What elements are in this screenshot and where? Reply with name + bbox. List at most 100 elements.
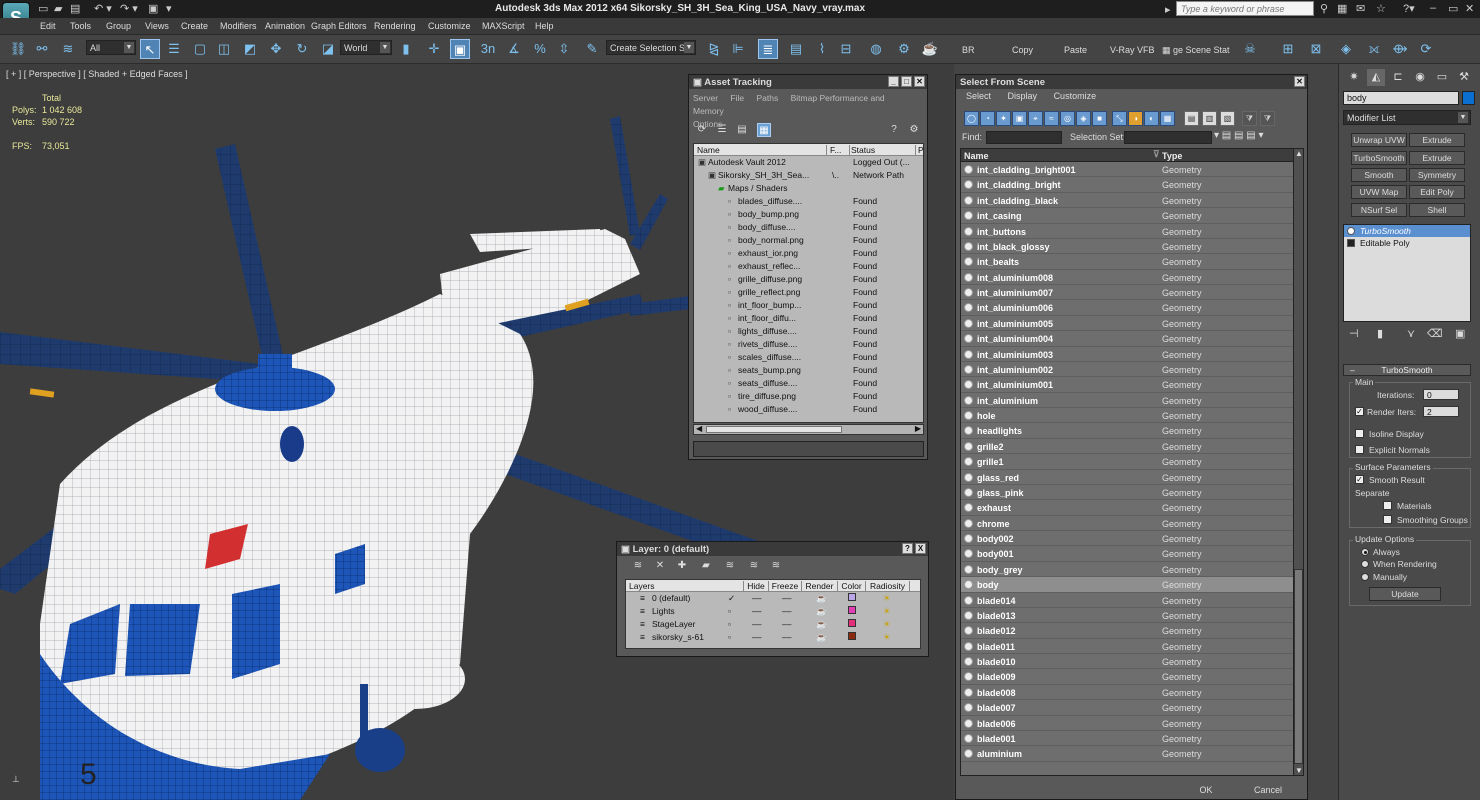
named-selection-dropdown[interactable]: Create Selection Se ▼	[606, 40, 696, 55]
asset-menu-server[interactable]: Server	[693, 93, 718, 103]
scene-object-row[interactable]: int_aluminium001 Geometry	[961, 377, 1293, 393]
render-teapot-icon[interactable]: ☕	[816, 619, 827, 630]
scene-object-row[interactable]: int_aluminium Geometry	[961, 393, 1293, 408]
scene-object-row[interactable]: blade013 Geometry	[961, 608, 1293, 624]
close-window-icon[interactable]: ✕	[1465, 2, 1474, 15]
scroll-left-icon[interactable]: ◀	[696, 424, 702, 433]
stack-item-turbosmooth[interactable]: TurboSmooth	[1344, 225, 1470, 237]
radiosity-icon[interactable]: ☀	[883, 632, 891, 643]
align-icon[interactable]: ⊫	[728, 39, 748, 59]
scene-object-row[interactable]: int_aluminium008 Geometry	[961, 270, 1293, 285]
window-crossing-icon[interactable]: ◫	[214, 39, 234, 59]
scene-state-button[interactable]: ▦ ge Scene Stat	[1162, 45, 1230, 56]
menu-help[interactable]: Help	[535, 21, 554, 31]
scene-object-row[interactable]: blade014 Geometry	[961, 593, 1293, 608]
favorites-star-icon[interactable]: ☆	[1376, 2, 1386, 15]
group-icon-1[interactable]: ⊞	[1278, 39, 1298, 59]
sort-icon[interactable]: ⊽	[1153, 149, 1160, 160]
binoculars-icon[interactable]: ⚲	[1320, 2, 1328, 15]
hide-toggle[interactable]: ––	[752, 619, 761, 629]
select-in-layer-icon[interactable]: ▰	[699, 559, 713, 573]
minimize-icon[interactable]: –	[1430, 2, 1436, 14]
selection-set-icons[interactable]: ▾ ▤ ▤ ▤ ▾	[1214, 130, 1264, 141]
asset-row[interactable]: ▫ grille_diffuse.png Found	[694, 273, 923, 286]
scene-object-row[interactable]: int_cladding_black Geometry	[961, 193, 1293, 209]
turbosmooth-button[interactable]: TurboSmooth	[1351, 151, 1407, 165]
scroll-right-icon[interactable]: ▶	[915, 424, 921, 433]
redo-icon[interactable]: ↷ ▾	[120, 2, 138, 15]
explicit-normals-checkbox[interactable]	[1355, 445, 1364, 454]
curve-editor-icon[interactable]: ⌇	[812, 39, 832, 59]
asset-col-status[interactable]: Status	[851, 145, 916, 156]
tree-view-icon[interactable]: ▤	[735, 123, 749, 137]
scene-object-row[interactable]: int_aluminium007 Geometry	[961, 285, 1293, 301]
scene-object-row[interactable]: int_aluminium003 Geometry	[961, 347, 1293, 362]
remove-modifier-icon[interactable]: ⌫	[1427, 327, 1443, 340]
make-unique-icon[interactable]: ⋎	[1407, 327, 1415, 340]
asset-row[interactable]: ▫ int_floor_diffu... Found	[694, 312, 923, 325]
list-view-icon[interactable]: ☰	[715, 123, 729, 137]
menu-tools[interactable]: Tools	[70, 21, 91, 31]
asset-menu-file[interactable]: File	[730, 93, 744, 103]
scene-object-row[interactable]: int_aluminium004 Geometry	[961, 331, 1293, 347]
unlink-icon[interactable]: ⚯	[32, 39, 52, 59]
asset-hscrollbar[interactable]: ◀ ▶	[693, 424, 924, 435]
layer-row[interactable]: ≡ StageLayer ▫ –– –– ☕ ☀	[626, 618, 920, 631]
create-tab-icon[interactable]: ✷	[1345, 69, 1363, 86]
select-move-icon-2[interactable]: ◩	[240, 39, 260, 59]
scene-object-row[interactable]: int_aluminium006 Geometry	[961, 300, 1293, 316]
scene-object-row[interactable]: blade009 Geometry	[961, 669, 1293, 685]
scene-object-row[interactable]: blade007 Geometry	[961, 700, 1293, 716]
menu-views[interactable]: Views	[145, 21, 169, 31]
layer-color-swatch[interactable]	[848, 606, 856, 614]
scene-object-row[interactable]: chrome Geometry	[961, 516, 1293, 531]
qat-dropdown-icon[interactable]: ▾	[166, 2, 172, 15]
select-and-rotate-icon[interactable]: ↻	[292, 39, 312, 59]
sfs-menu-select[interactable]: Select	[966, 91, 991, 101]
asset-menu-paths[interactable]: Paths	[757, 93, 779, 103]
scene-object-row[interactable]: int_casing Geometry	[961, 208, 1293, 224]
layer-col-hide[interactable]: Hide	[744, 581, 769, 592]
display-all-icon[interactable]: ⤡	[1112, 111, 1127, 126]
search-arrow-icon[interactable]: ▸	[1165, 3, 1171, 16]
group-icon-3[interactable]: ◈	[1336, 39, 1356, 59]
uvw-map-button[interactable]: UVW Map	[1351, 185, 1407, 199]
asset-row[interactable]: ▫ blades_diffuse.... Found	[694, 195, 923, 208]
add-to-layer-icon[interactable]: ✚	[675, 559, 689, 573]
scene-object-row[interactable]: int_buttons Geometry	[961, 224, 1293, 239]
bulb-icon[interactable]	[1347, 227, 1355, 235]
cancel-button[interactable]: Cancel	[1240, 783, 1296, 797]
use-pivot-icon[interactable]: ▮	[396, 39, 416, 59]
layer-row[interactable]: ≡ 0 (default) ✓ –– –– ☕ ☀	[626, 592, 920, 605]
freeze-toggle[interactable]: ––	[782, 606, 791, 616]
pin-stack-icon[interactable]: ⊣	[1349, 327, 1359, 340]
angle-snap-icon[interactable]: ∡	[504, 39, 524, 59]
asset-row[interactable]: ▫ body_normal.png Found	[694, 234, 923, 247]
scene-object-row[interactable]: int_black_glossy Geometry	[961, 239, 1293, 255]
sync-selection-icon[interactable]: ▧	[1220, 111, 1235, 126]
symmetry-button[interactable]: Symmetry	[1409, 168, 1465, 182]
layer-manager-icon[interactable]: ≣	[758, 39, 778, 59]
asset-col-p[interactable]: P	[918, 145, 923, 156]
layer-titlebar[interactable]: ▣ Layer: 0 (default) ? X	[617, 542, 928, 556]
menu-graph-editors[interactable]: Graph Editors	[311, 21, 367, 31]
hide-all-icon[interactable]: ≋	[747, 559, 761, 573]
options-icon[interactable]: ⚙	[907, 123, 921, 137]
isoline-display-checkbox[interactable]	[1355, 429, 1364, 438]
always-radio[interactable]	[1361, 548, 1369, 556]
configure-sets-icon[interactable]: ▣	[1455, 327, 1465, 340]
group-icon-5[interactable]: ⟴	[1390, 39, 1410, 59]
extrude-button[interactable]: Extrude	[1409, 133, 1465, 147]
freeze-toggle[interactable]: ––	[782, 619, 791, 629]
smoothing-groups-checkbox[interactable]	[1383, 515, 1392, 524]
link-icon[interactable]: ⛓	[8, 39, 28, 59]
percent-snap-icon[interactable]: %	[530, 39, 550, 59]
select-all-icon[interactable]: ▦	[1160, 111, 1175, 126]
motion-tab-icon[interactable]: ◉	[1411, 69, 1429, 86]
select-manipulate-icon[interactable]: ✛	[424, 39, 444, 59]
layer-col-freeze[interactable]: Freeze	[769, 581, 802, 592]
select-invert-icon[interactable]: ▥	[1202, 111, 1217, 126]
menu-animation[interactable]: Animation	[265, 21, 305, 31]
filter-icon[interactable]: ⧩	[1242, 111, 1257, 126]
group-icon-6[interactable]: ⟳	[1416, 39, 1436, 59]
